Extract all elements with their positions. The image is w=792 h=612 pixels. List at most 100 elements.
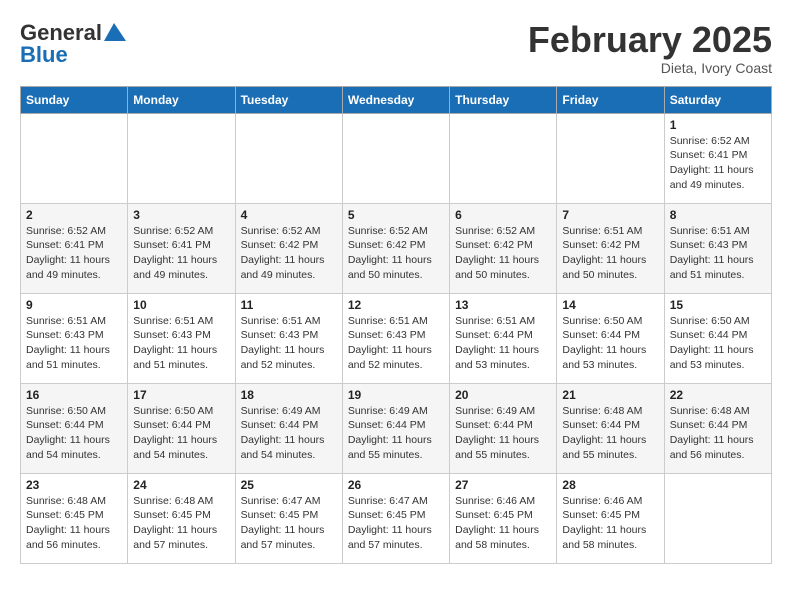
day-number-3: 3 [133, 208, 229, 222]
day-cell-19: 19 Sunrise: 6:49 AM Sunset: 6:44 PM Dayli… [342, 383, 449, 473]
day-cell-28: 28Sunrise: 6:46 AM Sunset: 6:45 PM Dayli… [557, 473, 664, 563]
day-info-3: Sunrise: 6:52 AM Sunset: 6:41 PM Dayligh… [133, 224, 229, 283]
day-number-7: 7 [562, 208, 658, 222]
day-cell-1: 1Sunrise: 6:52 AM Sunset: 6:41 PM Daylig… [664, 113, 771, 203]
day-info-27: Sunrise: 6:46 AM Sunset: 6:45 PM Dayligh… [455, 494, 551, 553]
day-cell-17: 17 Sunrise: 6:50 AM Sunset: 6:44 PM Dayli… [128, 383, 235, 473]
weekday-header-thursday: Thursday [450, 86, 557, 113]
day-info-6: Sunrise: 6:52 AM Sunset: 6:42 PM Dayligh… [455, 224, 551, 283]
day-info-11: Sunrise: 6:51 AM Sunset: 6:43 PM Dayligh… [241, 314, 337, 373]
day-number-24: 24 [133, 478, 229, 492]
day-number-17: 17 [133, 388, 229, 402]
day-cell-25: 25 Sunrise: 6:47 AM Sunset: 6:45 PM Dayli… [235, 473, 342, 563]
day-number-22: 22 [670, 388, 766, 402]
day-info-1: Sunrise: 6:52 AM Sunset: 6:41 PM Dayligh… [670, 134, 766, 193]
day-info-14: Sunrise: 6:50 AM Sunset: 6:44 PM Dayligh… [562, 314, 658, 373]
week-row-3: 9 Sunrise: 6:51 AM Sunset: 6:43 PM Daylig… [21, 293, 772, 383]
weekday-header-friday: Friday [557, 86, 664, 113]
logo-blue: Blue [20, 42, 68, 68]
empty-cell [235, 113, 342, 203]
day-info-9: Sunrise: 6:51 AM Sunset: 6:43 PM Dayligh… [26, 314, 122, 373]
day-number-11: 11 [241, 298, 337, 312]
day-info-16: Sunrise: 6:50 AM Sunset: 6:44 PM Dayligh… [26, 404, 122, 463]
day-info-2: Sunrise: 6:52 AM Sunset: 6:41 PM Dayligh… [26, 224, 122, 283]
empty-cell [21, 113, 128, 203]
day-number-19: 19 [348, 388, 444, 402]
calendar-table: SundayMondayTuesdayWednesdayThursdayFrid… [20, 86, 772, 564]
day-number-9: 9 [26, 298, 122, 312]
empty-cell [450, 113, 557, 203]
weekday-header-sunday: Sunday [21, 86, 128, 113]
day-cell-10: 10 Sunrise: 6:51 AM Sunset: 6:43 PM Dayli… [128, 293, 235, 383]
day-info-15: Sunrise: 6:50 AM Sunset: 6:44 PM Dayligh… [670, 314, 766, 373]
day-info-13: Sunrise: 6:51 AM Sunset: 6:44 PM Dayligh… [455, 314, 551, 373]
day-number-26: 26 [348, 478, 444, 492]
day-number-15: 15 [670, 298, 766, 312]
weekday-header-wednesday: Wednesday [342, 86, 449, 113]
day-cell-24: 24Sunrise: 6:48 AM Sunset: 6:45 PM Dayli… [128, 473, 235, 563]
day-number-6: 6 [455, 208, 551, 222]
day-info-22: Sunrise: 6:48 AM Sunset: 6:44 PM Dayligh… [670, 404, 766, 463]
weekday-header-tuesday: Tuesday [235, 86, 342, 113]
day-info-7: Sunrise: 6:51 AM Sunset: 6:42 PM Dayligh… [562, 224, 658, 283]
day-info-17: Sunrise: 6:50 AM Sunset: 6:44 PM Dayligh… [133, 404, 229, 463]
day-number-27: 27 [455, 478, 551, 492]
day-number-12: 12 [348, 298, 444, 312]
empty-cell [664, 473, 771, 563]
day-number-25: 25 [241, 478, 337, 492]
day-number-5: 5 [348, 208, 444, 222]
day-number-16: 16 [26, 388, 122, 402]
day-cell-5: 5 Sunrise: 6:52 AM Sunset: 6:42 PM Daylig… [342, 203, 449, 293]
week-row-2: 2 Sunrise: 6:52 AM Sunset: 6:41 PM Daylig… [21, 203, 772, 293]
empty-cell [128, 113, 235, 203]
day-cell-9: 9 Sunrise: 6:51 AM Sunset: 6:43 PM Daylig… [21, 293, 128, 383]
month-title: February 2025 [528, 20, 772, 60]
day-info-18: Sunrise: 6:49 AM Sunset: 6:44 PM Dayligh… [241, 404, 337, 463]
day-number-13: 13 [455, 298, 551, 312]
day-number-20: 20 [455, 388, 551, 402]
day-cell-20: 20Sunrise: 6:49 AM Sunset: 6:44 PM Dayli… [450, 383, 557, 473]
logo-arrow-icon [104, 23, 126, 41]
day-info-26: Sunrise: 6:47 AM Sunset: 6:45 PM Dayligh… [348, 494, 444, 553]
day-cell-23: 23Sunrise: 6:48 AM Sunset: 6:45 PM Dayli… [21, 473, 128, 563]
day-number-8: 8 [670, 208, 766, 222]
day-info-25: Sunrise: 6:47 AM Sunset: 6:45 PM Dayligh… [241, 494, 337, 553]
day-cell-13: 13 Sunrise: 6:51 AM Sunset: 6:44 PM Dayli… [450, 293, 557, 383]
day-cell-2: 2 Sunrise: 6:52 AM Sunset: 6:41 PM Daylig… [21, 203, 128, 293]
day-info-10: Sunrise: 6:51 AM Sunset: 6:43 PM Dayligh… [133, 314, 229, 373]
day-cell-21: 21Sunrise: 6:48 AM Sunset: 6:44 PM Dayli… [557, 383, 664, 473]
day-cell-6: 6 Sunrise: 6:52 AM Sunset: 6:42 PM Daylig… [450, 203, 557, 293]
day-info-8: Sunrise: 6:51 AM Sunset: 6:43 PM Dayligh… [670, 224, 766, 283]
logo: General Blue [20, 20, 126, 68]
day-number-18: 18 [241, 388, 337, 402]
day-cell-14: 14 Sunrise: 6:50 AM Sunset: 6:44 PM Dayli… [557, 293, 664, 383]
day-cell-22: 22 Sunrise: 6:48 AM Sunset: 6:44 PM Dayli… [664, 383, 771, 473]
day-info-12: Sunrise: 6:51 AM Sunset: 6:43 PM Dayligh… [348, 314, 444, 373]
day-number-4: 4 [241, 208, 337, 222]
day-cell-27: 27 Sunrise: 6:46 AM Sunset: 6:45 PM Dayli… [450, 473, 557, 563]
day-number-2: 2 [26, 208, 122, 222]
day-cell-4: 4 Sunrise: 6:52 AM Sunset: 6:42 PM Daylig… [235, 203, 342, 293]
day-cell-8: 8 Sunrise: 6:51 AM Sunset: 6:43 PM Daylig… [664, 203, 771, 293]
day-number-10: 10 [133, 298, 229, 312]
page-header: General Blue February 2025 Dieta, Ivory … [20, 20, 772, 76]
day-info-5: Sunrise: 6:52 AM Sunset: 6:42 PM Dayligh… [348, 224, 444, 283]
day-info-28: Sunrise: 6:46 AM Sunset: 6:45 PM Dayligh… [562, 494, 658, 553]
week-row-4: 16 Sunrise: 6:50 AM Sunset: 6:44 PM Dayli… [21, 383, 772, 473]
day-info-19: Sunrise: 6:49 AM Sunset: 6:44 PM Dayligh… [348, 404, 444, 463]
day-info-21: Sunrise: 6:48 AM Sunset: 6:44 PM Dayligh… [562, 404, 658, 463]
day-cell-7: 7 Sunrise: 6:51 AM Sunset: 6:42 PM Daylig… [557, 203, 664, 293]
day-cell-18: 18 Sunrise: 6:49 AM Sunset: 6:44 PM Dayli… [235, 383, 342, 473]
weekday-header-monday: Monday [128, 86, 235, 113]
day-info-4: Sunrise: 6:52 AM Sunset: 6:42 PM Dayligh… [241, 224, 337, 283]
day-number-23: 23 [26, 478, 122, 492]
day-number-14: 14 [562, 298, 658, 312]
day-cell-12: 12 Sunrise: 6:51 AM Sunset: 6:43 PM Dayli… [342, 293, 449, 383]
day-cell-3: 3 Sunrise: 6:52 AM Sunset: 6:41 PM Daylig… [128, 203, 235, 293]
empty-cell [557, 113, 664, 203]
week-row-5: 23Sunrise: 6:48 AM Sunset: 6:45 PM Dayli… [21, 473, 772, 563]
title-section: February 2025 Dieta, Ivory Coast [528, 20, 772, 76]
empty-cell [342, 113, 449, 203]
day-cell-16: 16 Sunrise: 6:50 AM Sunset: 6:44 PM Dayli… [21, 383, 128, 473]
location-subtitle: Dieta, Ivory Coast [528, 60, 772, 76]
